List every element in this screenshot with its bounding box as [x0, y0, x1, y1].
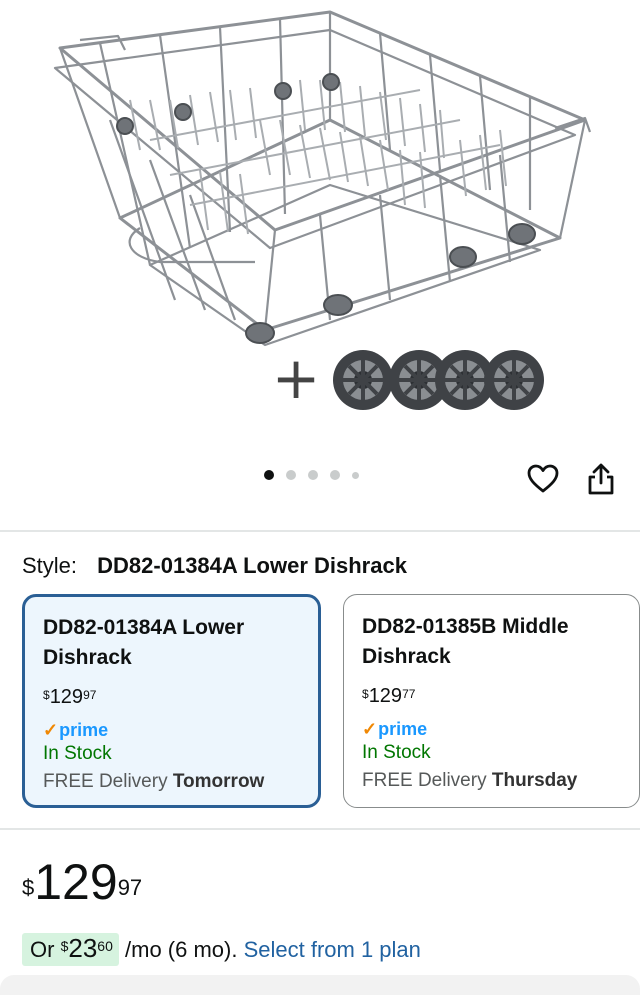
- option-name: DD82-01385B Middle Dishrack: [362, 615, 569, 668]
- price-symbol: $: [362, 687, 369, 701]
- option-name: DD82-01384A Lower Dishrack: [43, 616, 245, 669]
- delivery-day: Tomorrow: [172, 771, 265, 792]
- section-divider: [0, 530, 640, 532]
- product-image[interactable]: +: [0, 0, 640, 520]
- price-symbol: $: [22, 875, 35, 900]
- option-price: $12997: [43, 685, 300, 709]
- price-fraction: 97: [83, 688, 97, 702]
- carousel-dot-2[interactable]: [286, 470, 296, 480]
- style-value: DD82-01384A Lower Dishrack: [97, 553, 407, 578]
- carousel-dot-5[interactable]: [352, 471, 359, 479]
- price-fraction: 77: [402, 687, 416, 701]
- prime-badge: ✓prime: [43, 720, 109, 740]
- style-label: Style:: [22, 553, 78, 578]
- delivery-info: FREE Delivery Tomorrow: [43, 771, 265, 792]
- prime-check-icon: ✓: [43, 720, 59, 740]
- style-option-middle-dishrack[interactable]: DD82-01385B Middle Dishrack $12977 ✓prim…: [343, 594, 640, 808]
- price-whole: 129: [368, 685, 403, 707]
- heart-icon[interactable]: [526, 462, 560, 496]
- installment-terms: /mo (6 mo).: [125, 937, 238, 962]
- delivery-day: Thursday: [491, 770, 578, 791]
- style-selector-label: Style: DD82-01384A Lower Dishrack: [22, 553, 407, 579]
- option-price: $12977: [362, 684, 621, 708]
- select-plan-link[interactable]: Select from 1 plan: [244, 937, 421, 962]
- svg-text:+: +: [272, 344, 321, 412]
- stock-status: In Stock: [362, 742, 431, 763]
- section-divider: [0, 828, 640, 830]
- price-whole: 129: [49, 686, 84, 708]
- price-symbol: $: [43, 688, 50, 702]
- prime-badge: ✓prime: [362, 719, 428, 739]
- price-whole: 129: [34, 854, 118, 910]
- dishrack-illustration: +: [53, 10, 592, 412]
- style-option-lower-dishrack[interactable]: DD82-01384A Lower Dishrack $12997 ✓prime…: [22, 594, 321, 808]
- carousel-dot-4[interactable]: [330, 470, 340, 480]
- product-price: $12997: [22, 855, 142, 909]
- price-fraction: 97: [117, 875, 143, 900]
- installment-amount: Or $2360: [22, 933, 119, 966]
- installment-offer: Or $2360 /mo (6 mo). Select from 1 plan: [22, 928, 421, 970]
- share-icon[interactable]: [584, 462, 618, 496]
- prime-check-icon: ✓: [362, 719, 378, 739]
- carousel-dot-3[interactable]: [308, 470, 318, 480]
- carousel-dot-1[interactable]: [264, 470, 274, 480]
- delivery-info: FREE Delivery Thursday: [362, 770, 578, 791]
- stock-status: In Stock: [43, 743, 112, 764]
- next-section-edge: [0, 975, 640, 995]
- carousel-indicator[interactable]: [264, 470, 359, 480]
